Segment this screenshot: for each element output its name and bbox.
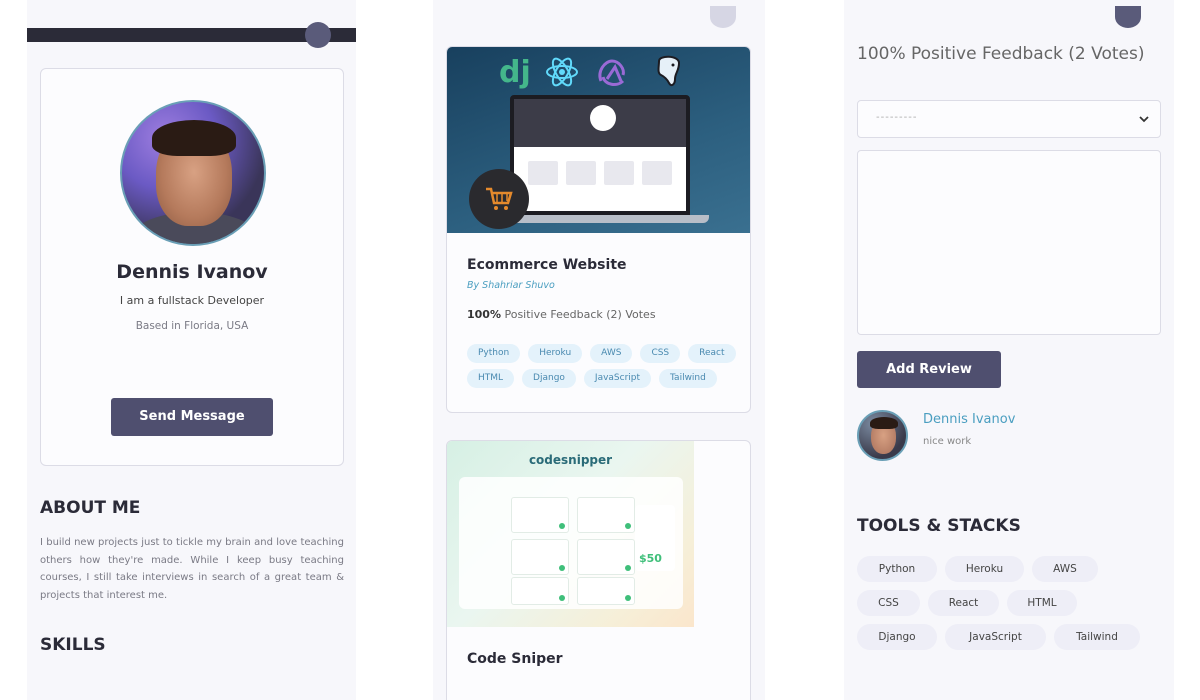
tool-tag[interactable]: CSS xyxy=(857,590,920,616)
tag[interactable]: CSS xyxy=(640,344,681,363)
chevron-down-icon xyxy=(1139,116,1149,123)
projects-panel: dj Ecommerce Website By Shahriar Shuvo 1… xyxy=(433,0,765,700)
tool-tag[interactable]: JavaScript xyxy=(945,624,1046,650)
tag[interactable]: HTML xyxy=(467,369,515,388)
codesnipper-logo: codesnipper xyxy=(528,453,613,467)
project-author[interactable]: By Shahriar Shuvo xyxy=(467,280,555,291)
tool-tag[interactable]: AWS xyxy=(1032,556,1098,582)
laptop-mockup xyxy=(510,95,690,215)
tool-tag[interactable]: Tailwind xyxy=(1054,624,1140,650)
reviewer-name[interactable]: Dennis Ivanov xyxy=(923,412,1015,427)
vote-select[interactable]: --------- xyxy=(857,100,1161,138)
profile-location: Based in Florida, USA xyxy=(135,320,249,332)
project-title[interactable]: Ecommerce Website xyxy=(467,257,627,273)
project-title[interactable]: Code Sniper xyxy=(467,651,563,667)
feedback-summary: 100% Positive Feedback (2 Votes) xyxy=(857,44,1145,64)
send-message-button[interactable]: Send Message xyxy=(111,398,273,436)
navbar-avatar[interactable] xyxy=(305,22,331,48)
project-feedback: 100% Positive Feedback (2) Votes xyxy=(467,308,656,321)
review-text: nice work xyxy=(923,436,972,447)
tag[interactable]: Tailwind xyxy=(659,369,717,388)
profile-card: Dennis Ivanov I am a fullstack Developer… xyxy=(40,68,344,466)
project-card[interactable]: codesnipper $50 Code Sniper xyxy=(446,440,751,700)
avatar xyxy=(120,100,266,246)
review-textarea[interactable] xyxy=(857,150,1161,335)
price-text: $50 xyxy=(639,552,662,565)
navbar-avatar[interactable] xyxy=(710,6,736,28)
project-tags: Python Heroku AWS CSS React HTML Django … xyxy=(467,344,737,388)
tag[interactable]: JavaScript xyxy=(583,369,652,388)
tag[interactable]: AWS xyxy=(590,344,633,363)
project-thumbnail[interactable]: codesnipper $50 xyxy=(447,441,694,627)
cart-badge xyxy=(469,169,529,229)
django-logo: dj xyxy=(499,55,531,90)
tag[interactable]: Python xyxy=(467,344,521,363)
tool-tag[interactable]: HTML xyxy=(1007,590,1077,616)
price-widget: $50 xyxy=(635,505,675,571)
tool-tag[interactable]: React xyxy=(928,590,999,616)
tool-tag[interactable]: Heroku xyxy=(945,556,1024,582)
tag[interactable]: Heroku xyxy=(528,344,583,363)
about-title: ABOUT ME xyxy=(40,498,141,518)
select-value: --------- xyxy=(876,112,918,123)
tag[interactable]: Django xyxy=(522,369,576,388)
postgresql-icon xyxy=(657,55,681,87)
review-item: Dennis Ivanov nice work xyxy=(857,408,1157,464)
shopping-cart-icon xyxy=(486,187,513,210)
project-thumbnail[interactable]: dj xyxy=(447,47,750,233)
profile-name: Dennis Ivanov xyxy=(116,261,268,283)
navbar-avatar[interactable] xyxy=(1115,6,1141,28)
profile-role: I am a fullstack Developer xyxy=(119,294,265,307)
tools-list: Python Heroku AWS CSS React HTML Django … xyxy=(857,556,1157,650)
add-review-button[interactable]: Add Review xyxy=(857,351,1001,388)
laptop-base xyxy=(499,215,709,223)
react-icon xyxy=(546,57,578,87)
about-text: I build new projects just to tickle my b… xyxy=(40,537,344,601)
skills-title: SKILLS xyxy=(40,635,106,655)
project-card[interactable]: dj Ecommerce Website By Shahriar Shuvo 1… xyxy=(446,46,751,413)
tools-title: TOOLS & STACKS xyxy=(857,516,1021,536)
profile-panel: Dennis Ivanov I am a fullstack Developer… xyxy=(27,0,356,700)
tag[interactable]: React xyxy=(688,344,736,363)
redux-icon xyxy=(598,59,625,86)
review-panel: 100% Positive Feedback (2 Votes) -------… xyxy=(844,0,1174,700)
avatar[interactable] xyxy=(857,410,908,461)
tool-tag[interactable]: Django xyxy=(857,624,937,650)
tool-tag[interactable]: Python xyxy=(857,556,937,582)
